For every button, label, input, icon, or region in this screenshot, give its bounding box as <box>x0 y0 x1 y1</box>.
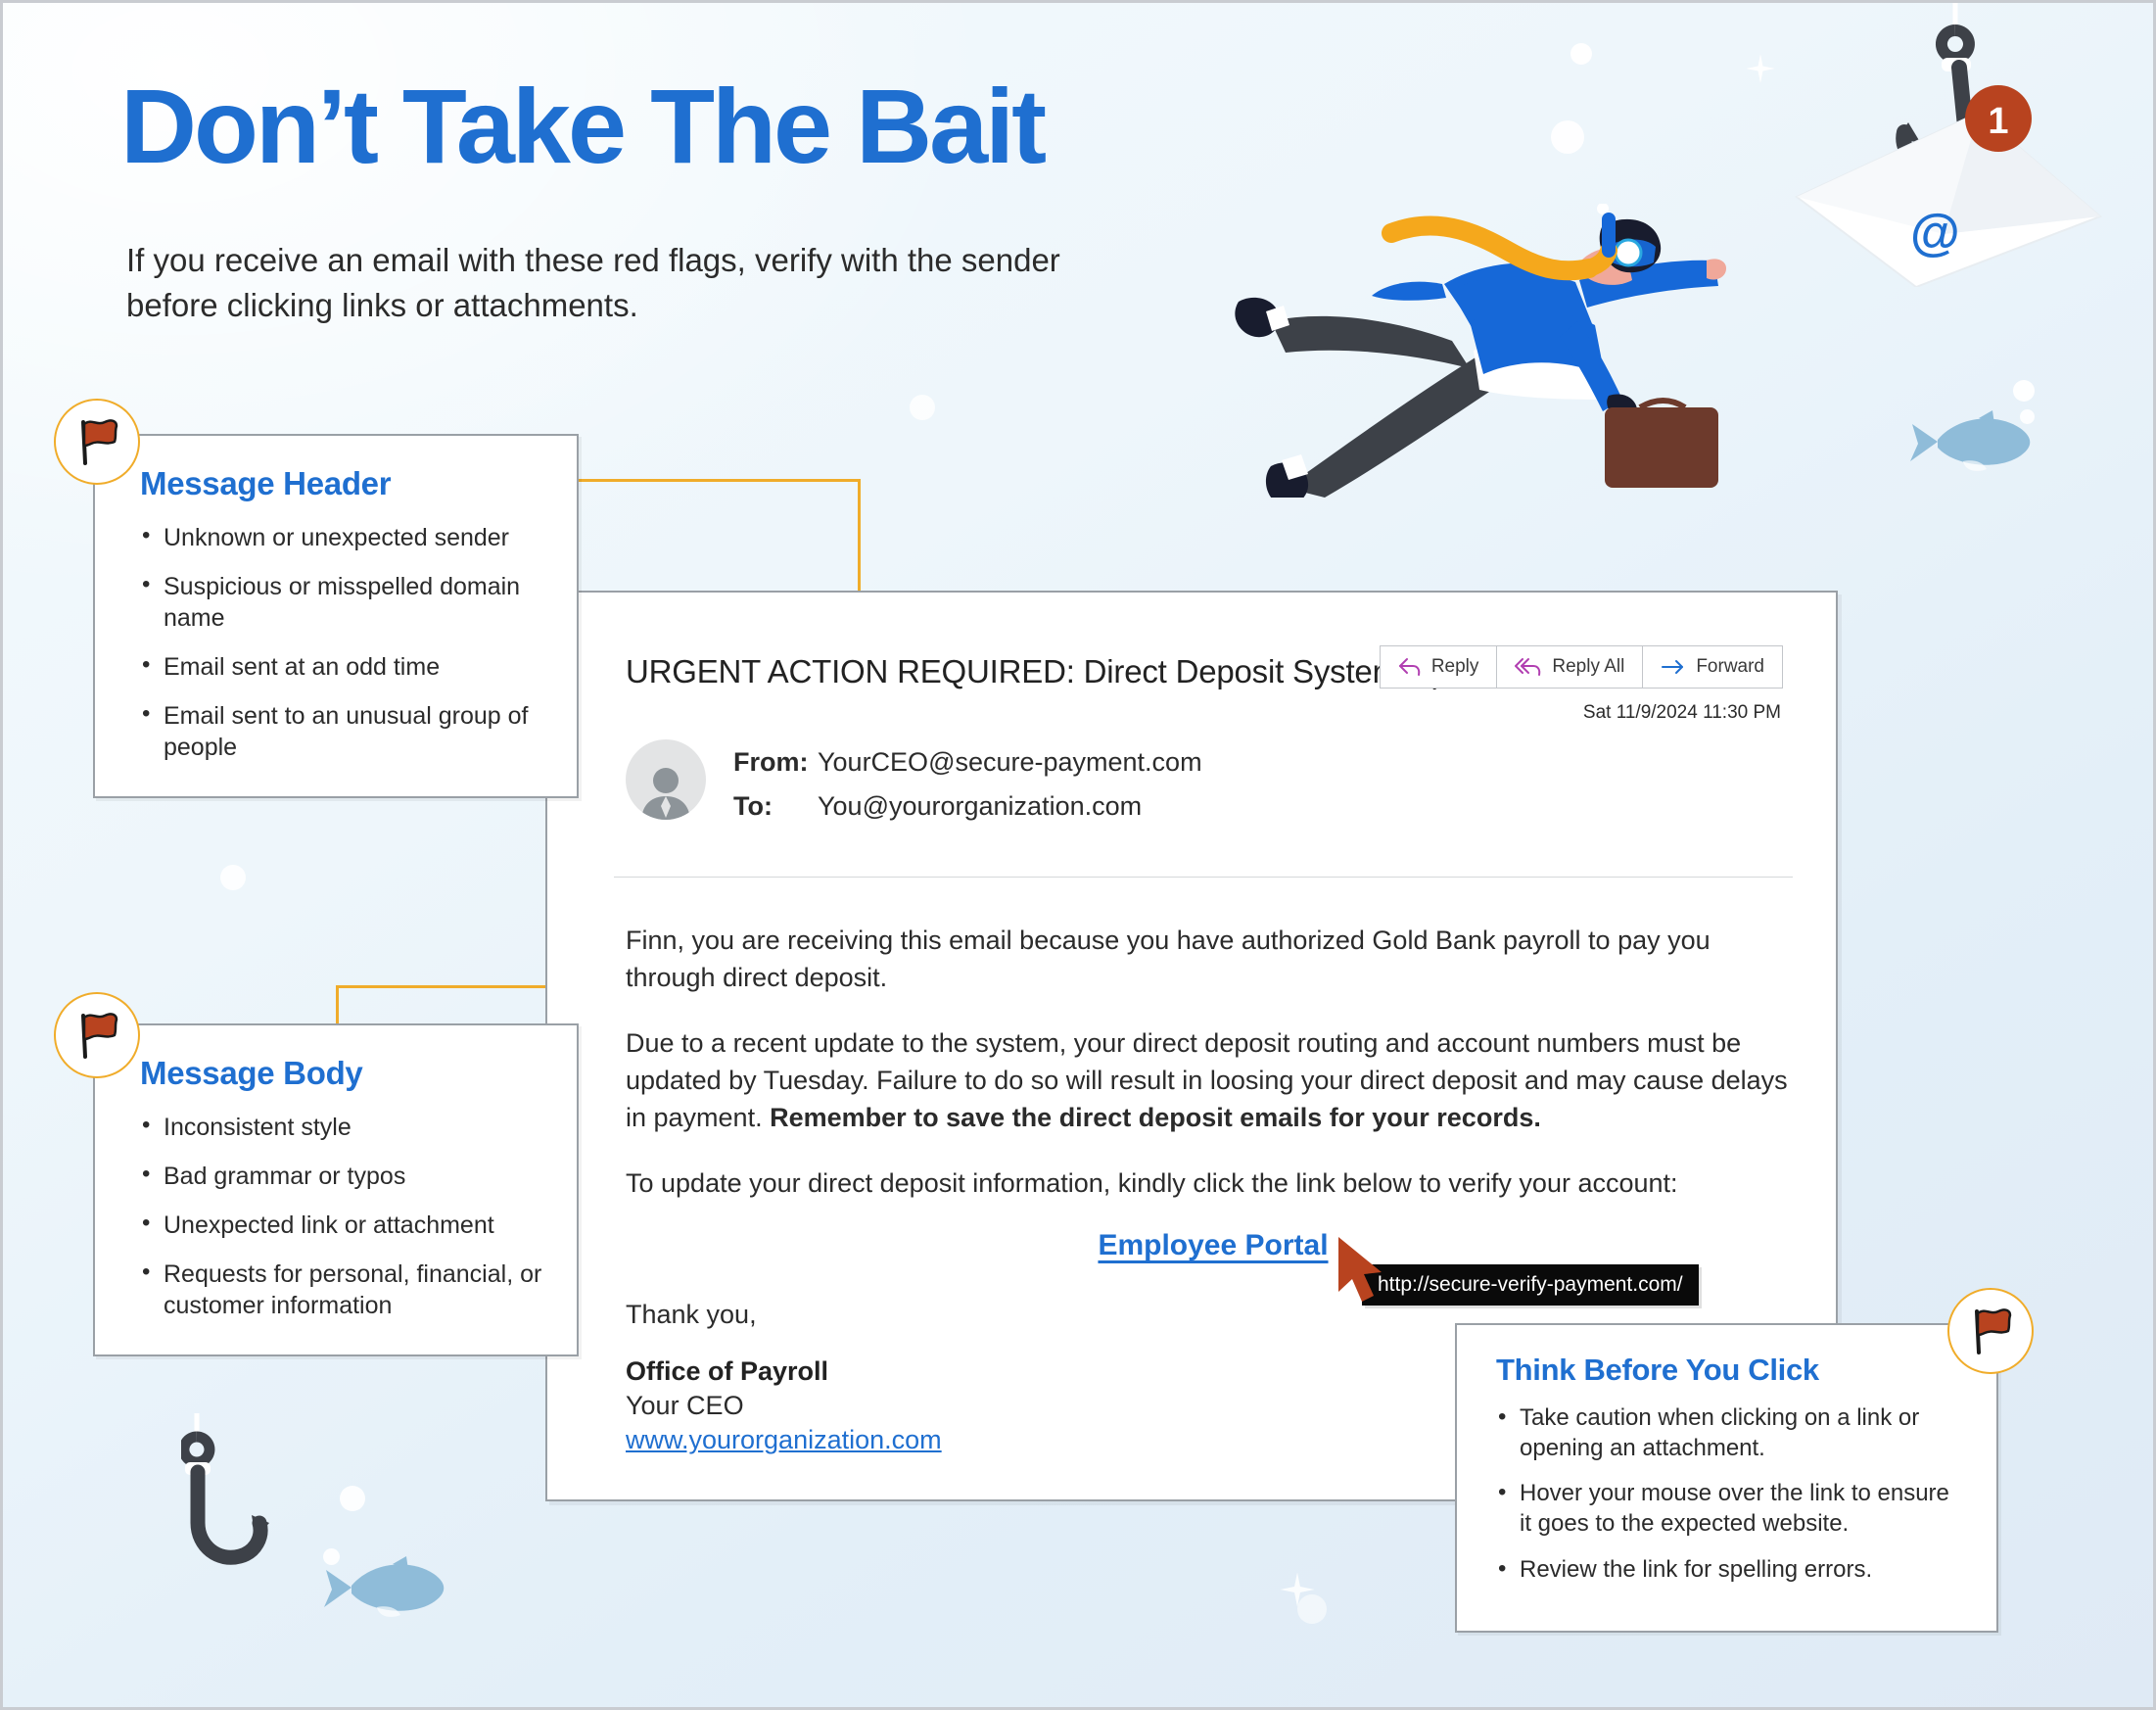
bubble-decoration <box>1570 43 1592 65</box>
list-item: Review the link for spelling errors. <box>1496 1554 1967 1586</box>
bubble-decoration <box>220 865 246 890</box>
portal-link-row: Employee Portal <box>626 1229 1801 1262</box>
email-action-bar: Reply Reply All Forward <box>1379 645 1783 689</box>
list-item: Suspicious or misspelled domain name <box>140 570 543 634</box>
envelope-on-hook-illustration: @ 1 <box>1795 3 2102 287</box>
email-to-value: You@yourorganization.com <box>818 791 1143 821</box>
email-signature-link[interactable]: www.yourorganization.com <box>626 1425 942 1454</box>
reply-arrow-icon <box>1398 658 1421 676</box>
red-flag-icon <box>1975 1308 2012 1354</box>
unread-badge-count: 1 <box>1988 101 2008 142</box>
bubble-decoration <box>910 395 935 420</box>
email-paragraph-1: Finn, you are receiving this email becau… <box>626 926 1711 993</box>
reply-all-arrow-icon <box>1515 658 1541 676</box>
mouse-pointer-icon <box>1338 1237 1382 1302</box>
email-addresses: From: YourCEO@secure-payment.com To: You… <box>733 747 1202 835</box>
list-item: Hover your mouse over the link to ensure… <box>1496 1478 1967 1539</box>
callout-message-body: Message Body Inconsistent style Bad gram… <box>93 1023 579 1356</box>
red-flag-badge-message-body <box>54 992 140 1078</box>
callout-message-body-title: Message Body <box>140 1055 363 1091</box>
callout-think-before-you-click-title: Think Before You Click <box>1496 1353 1819 1387</box>
red-flag-badge-think-before-you-click <box>1947 1288 2034 1374</box>
email-paragraph-3: To update your direct deposit informatio… <box>626 1167 1678 1198</box>
connector-line-header <box>579 479 861 482</box>
sparkle-icon <box>1746 54 1775 83</box>
list-item: Email sent to an unusual group of people <box>140 699 543 763</box>
callout-think-before-you-click: Think Before You Click Take caution when… <box>1455 1323 1998 1633</box>
fish-icon <box>1910 410 2031 471</box>
reply-all-button[interactable]: Reply All <box>1497 646 1644 688</box>
callout-message-body-list: Inconsistent style Bad grammar or typos … <box>140 1111 543 1321</box>
reply-button[interactable]: Reply <box>1380 646 1498 688</box>
list-item: Unexpected link or attachment <box>140 1209 543 1241</box>
callout-think-before-you-click-list: Take caution when clicking on a link or … <box>1496 1402 1967 1586</box>
sparkle-icon <box>1280 1572 1315 1607</box>
list-item: Email sent at an odd time <box>140 650 543 683</box>
list-item: Requests for personal, financial, or cus… <box>140 1258 543 1321</box>
red-flag-icon <box>81 1013 118 1059</box>
email-from-row: From: YourCEO@secure-payment.com <box>733 747 1202 778</box>
email-divider <box>614 877 1793 878</box>
forward-button-label: Forward <box>1696 656 1764 677</box>
red-flag-badge-message-header <box>54 399 140 485</box>
avatar <box>626 739 706 820</box>
email-to-row: To: You@yourorganization.com <box>733 791 1202 822</box>
forward-button[interactable]: Forward <box>1643 646 1782 688</box>
list-item: Take caution when clicking on a link or … <box>1496 1402 1967 1463</box>
callout-message-header: Message Header Unknown or unexpected sen… <box>93 434 579 798</box>
red-flag-icon <box>81 419 118 465</box>
infographic-poster: Don’t Take The Bait If you receive an em… <box>0 0 2156 1710</box>
reply-all-button-label: Reply All <box>1552 656 1625 677</box>
email-paragraph-2: Due to a recent update to the system, yo… <box>626 1024 1801 1137</box>
bubble-decoration <box>1551 120 1584 154</box>
email-from-value: YourCEO@secure-payment.com <box>818 747 1202 777</box>
bubble-decoration <box>340 1486 365 1511</box>
list-item: Unknown or unexpected sender <box>140 521 543 553</box>
callout-message-header-title: Message Header <box>140 465 392 501</box>
page-title: Don’t Take The Bait <box>120 67 1047 185</box>
list-item: Inconsistent style <box>140 1111 543 1143</box>
link-url-tooltip: http://secure-verify-payment.com/ <box>1362 1264 1699 1306</box>
person-avatar-icon <box>641 768 690 820</box>
list-item: Bad grammar or typos <box>140 1160 543 1192</box>
email-to-label: To: <box>733 791 773 821</box>
email-subject: URGENT ACTION REQUIRED: Direct Deposit S… <box>626 653 1512 689</box>
scuba-diver-illustration <box>1235 204 1726 498</box>
fish-icon <box>324 1556 445 1617</box>
employee-portal-link[interactable]: Employee Portal <box>1098 1229 1328 1261</box>
page-subtitle: If you receive an email with these red f… <box>126 242 1060 323</box>
email-paragraph-2-bold: Remember to save the direct deposit emai… <box>770 1103 1541 1133</box>
reply-button-label: Reply <box>1430 656 1479 677</box>
bubble-decoration <box>2013 380 2035 402</box>
at-symbol-icon: @ <box>1910 205 1960 261</box>
forward-arrow-icon <box>1662 660 1684 674</box>
email-timestamp: Sat 11/9/2024 11:30 PM <box>1582 702 1781 723</box>
fishing-hook-icon <box>181 1413 269 1565</box>
email-from-label: From: <box>733 747 809 777</box>
callout-message-header-list: Unknown or unexpected sender Suspicious … <box>140 521 543 763</box>
